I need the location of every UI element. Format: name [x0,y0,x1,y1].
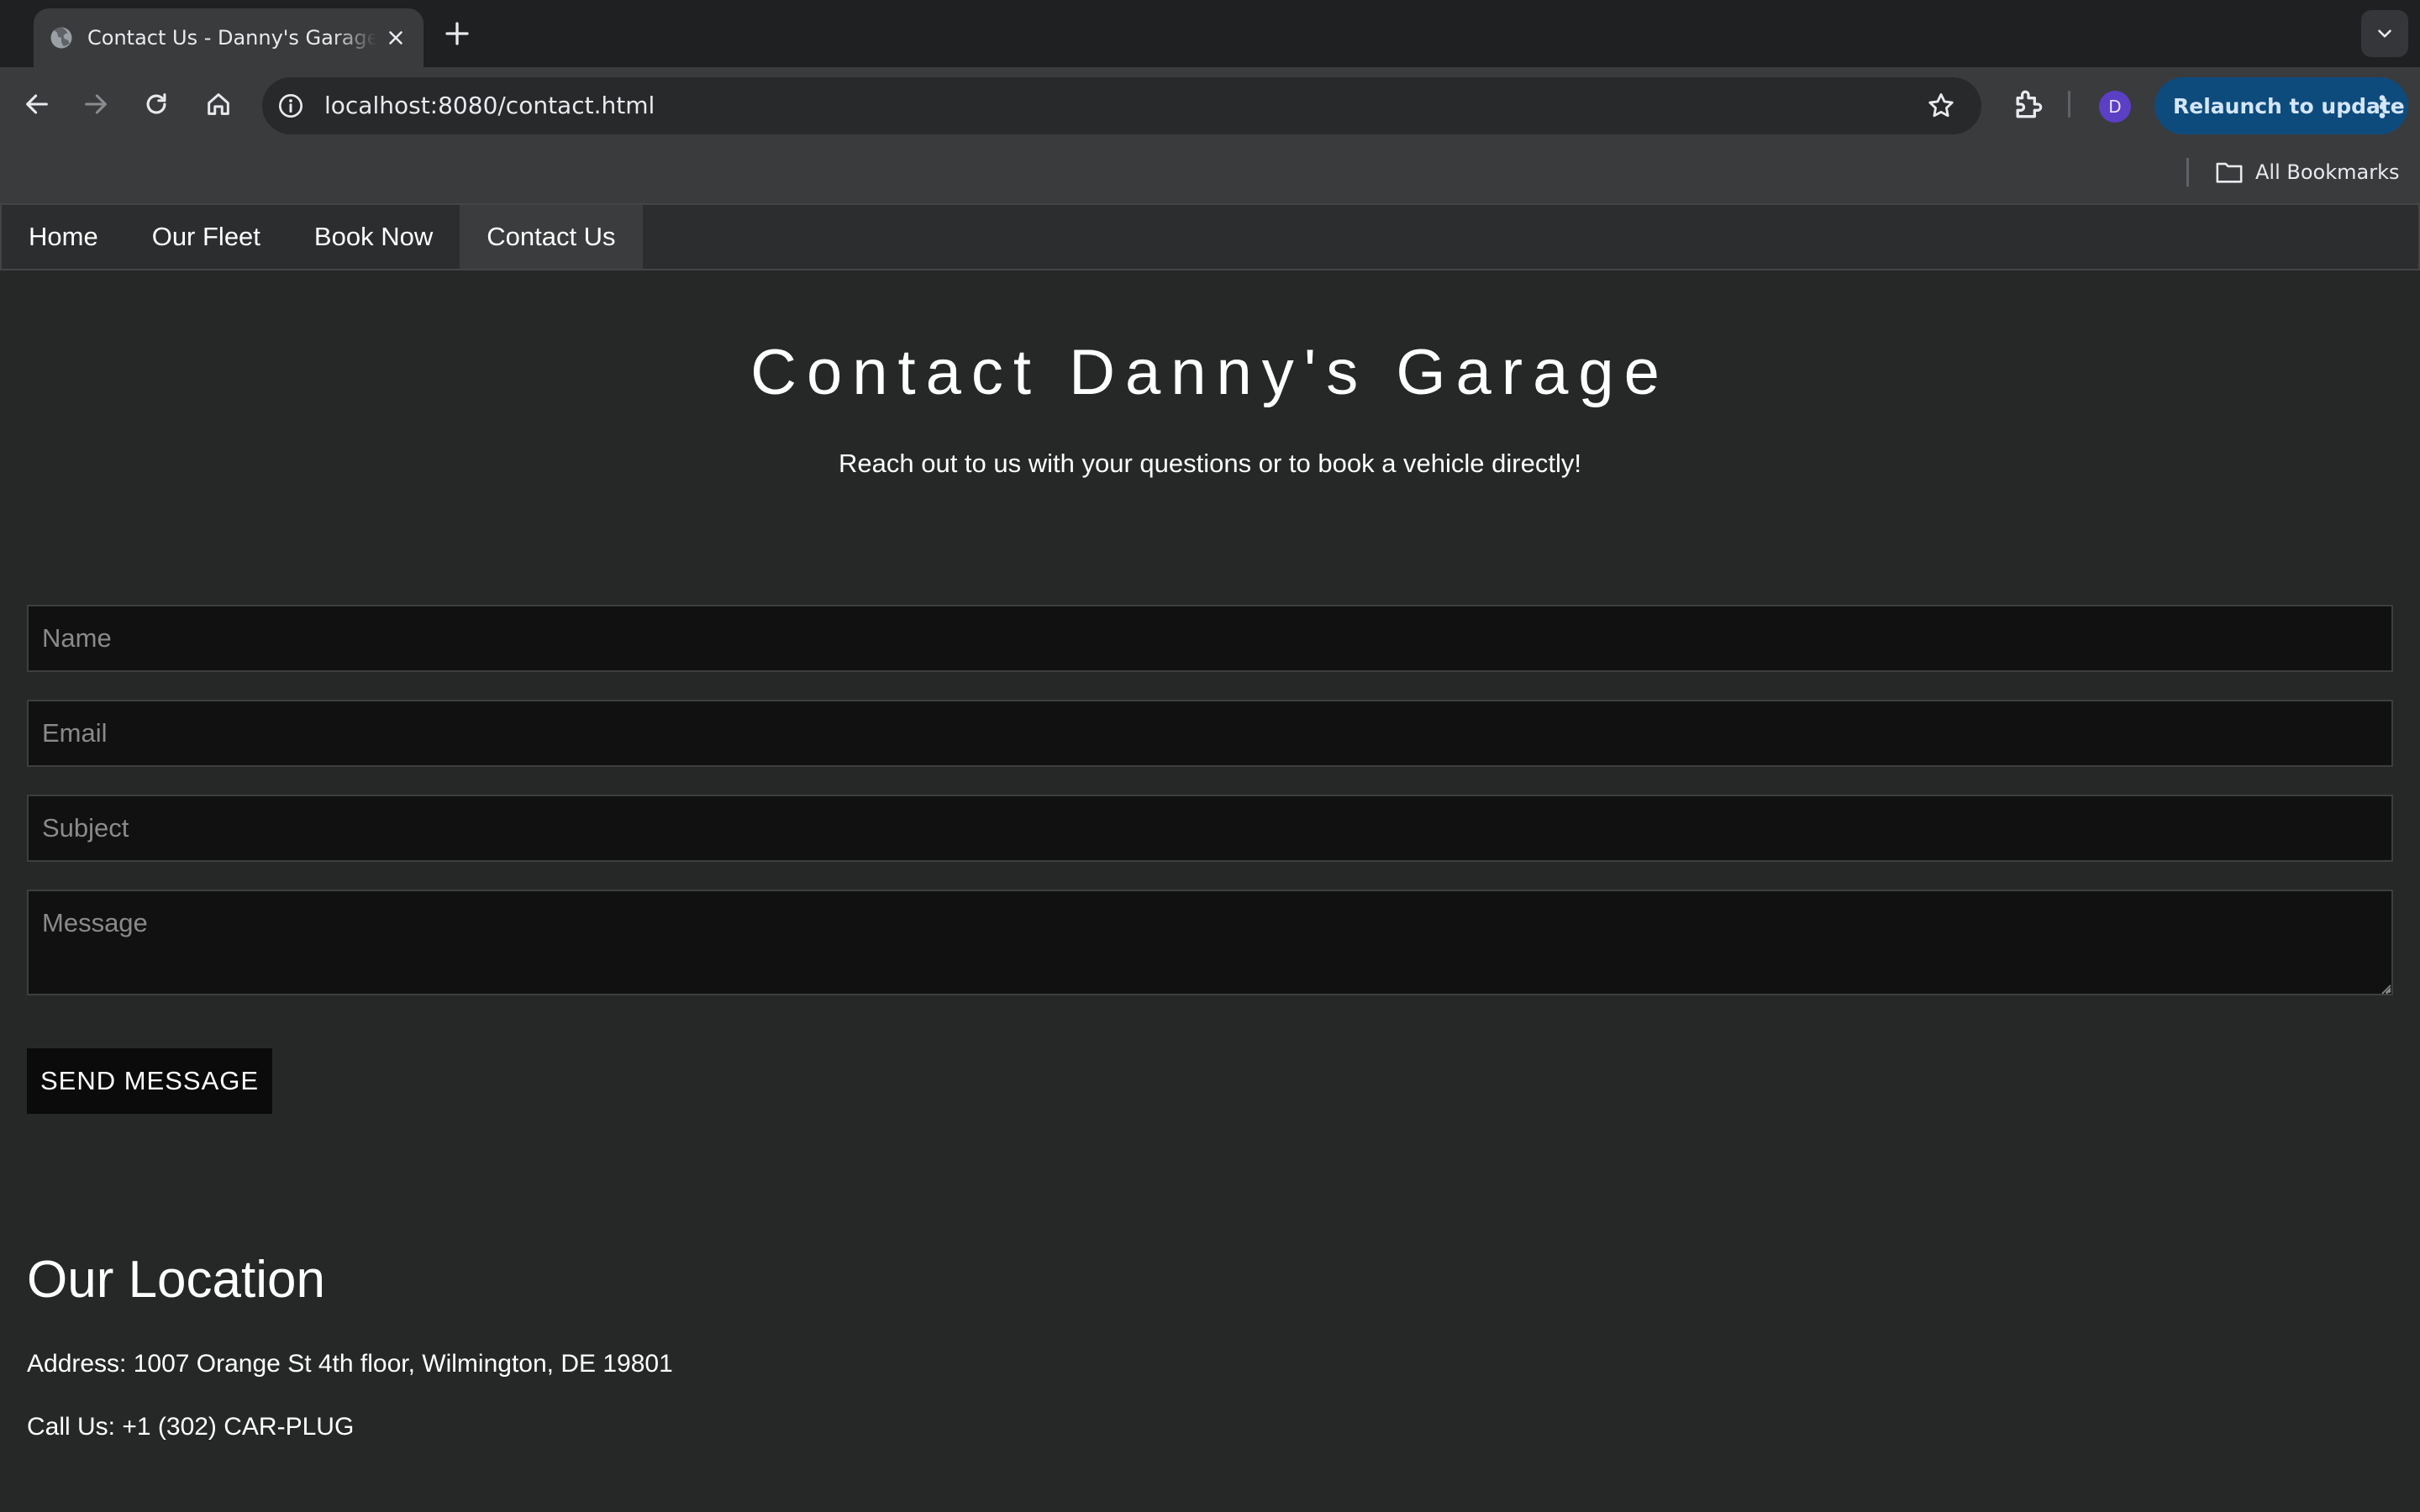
extensions-icon[interactable] [2010,86,2047,123]
site-nav: Home Our Fleet Book Now Contact Us [0,203,2420,270]
browser-toolbar: localhost:8080/contact.html D Relaunch t… [0,67,2420,141]
tab-strip: Contact Us - Danny's Garage [0,0,2420,67]
bookmarks-divider [2186,158,2189,186]
resize-grip-icon[interactable] [2378,981,2391,995]
home-icon [208,93,229,115]
nav-home[interactable]: Home [2,205,125,269]
nav-book-now[interactable]: Book Now [287,205,460,269]
relaunch-button[interactable]: Relaunch to update [2154,77,2408,134]
close-icon[interactable] [385,27,407,49]
location-heading: Our Location [27,1251,325,1309]
address-bar[interactable]: localhost:8080/contact.html [262,77,1981,134]
site-info-icon[interactable] [277,92,304,119]
location-address: Address: 1007 Orange St 4th floor, Wilmi… [27,1350,673,1378]
profile-avatar[interactable]: D [2099,91,2131,123]
back-button[interactable] [18,86,55,123]
toolbar-divider [2068,91,2070,118]
nav-our-fleet[interactable]: Our Fleet [125,205,287,269]
bookmark-star-icon[interactable] [1926,91,1956,121]
globe-icon [50,27,72,49]
page-subtitle: Reach out to us with your questions or t… [839,449,1581,478]
new-tab-icon[interactable] [442,18,472,49]
tab-search-button[interactable] [2361,10,2408,57]
all-bookmarks-label: All Bookmarks [2255,160,2400,184]
url-text: localhost:8080/contact.html [324,92,655,119]
forward-button[interactable] [77,86,114,123]
chevron-down-icon [2378,29,2391,38]
subject-field[interactable] [27,795,2393,862]
email-field[interactable] [27,700,2393,767]
page-content: Home Our Fleet Book Now Contact Us Conta… [0,203,2420,1512]
home-button[interactable] [200,86,237,123]
more-menu-icon[interactable] [2378,94,2386,119]
bookmarks-bar: All Bookmarks [0,141,2420,203]
browser-tab-active[interactable]: Contact Us - Danny's Garage [34,8,424,67]
folder-icon [2216,162,2243,183]
nav-contact-us[interactable]: Contact Us [460,205,643,269]
all-bookmarks-button[interactable]: All Bookmarks [2215,141,2399,203]
arrow-right-icon [85,94,107,114]
relaunch-label: Relaunch to update [2173,93,2405,118]
reload-icon [146,93,166,114]
send-message-button[interactable]: SEND MESSAGE [27,1048,272,1114]
arrow-left-icon [26,94,48,114]
reload-button[interactable] [138,86,175,123]
name-field[interactable] [27,605,2393,672]
page-title: Contact Danny's Garage [750,337,1670,408]
location-phone: Call Us: +1 (302) CAR-PLUG [27,1413,355,1441]
message-field[interactable] [27,890,2393,995]
tab-title: Contact Us - Danny's Garage [87,26,376,50]
